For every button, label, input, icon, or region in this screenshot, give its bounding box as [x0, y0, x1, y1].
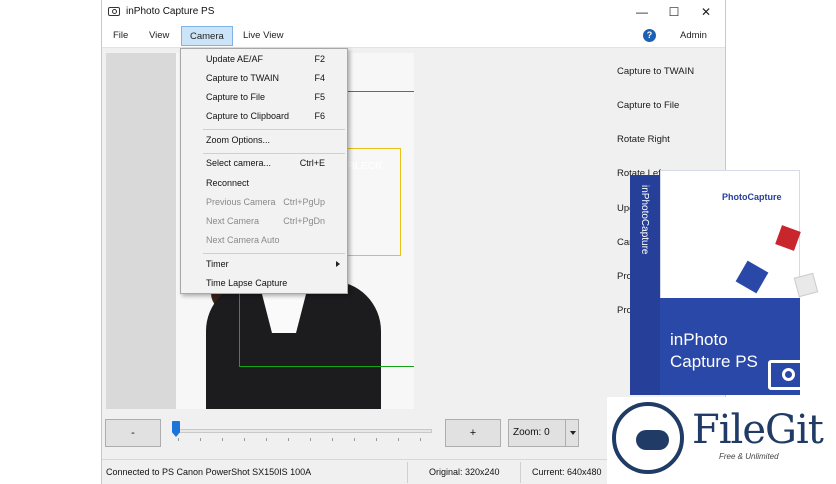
maximize-button[interactable]: ☐ [659, 2, 689, 22]
slider-tick [398, 438, 399, 441]
zoom-slider-track[interactable] [176, 429, 432, 433]
chevron-down-icon [570, 431, 576, 435]
zoom-select[interactable]: Zoom: 0 [508, 419, 579, 447]
slider-tick [420, 438, 421, 441]
menu-item-capture-to-clipboard[interactable]: Capture to Clipboard F6 [181, 107, 347, 126]
filegit-tagline: Free & Unlimited [719, 452, 779, 461]
slider-tick [376, 438, 377, 441]
menu-item-next-camera-auto: Next Camera Auto [206, 235, 280, 245]
slider-tick [222, 438, 223, 441]
status-original-resolution: Original: 320x240 [429, 467, 500, 477]
filegit-logo-icon [612, 402, 684, 474]
slider-tick [354, 438, 355, 441]
status-divider [407, 462, 408, 483]
menu-item-capture-to-twain[interactable]: Capture to TWAIN F4 [181, 69, 347, 88]
status-current-resolution: Current: 640x480 [532, 467, 602, 477]
zoom-in-button[interactable]: + [445, 419, 501, 447]
filegit-badge: FileGit Free & Unlimited [607, 397, 836, 484]
zoom-slider-thumb[interactable] [172, 421, 180, 437]
submenu-arrow-icon [336, 261, 340, 267]
slider-tick [288, 438, 289, 441]
zoom-dropdown-toggle[interactable] [565, 420, 579, 446]
slider-tick [310, 438, 311, 441]
cloud-icon [636, 430, 669, 450]
menu-item-zoom-options[interactable]: Zoom Options... [181, 131, 347, 150]
menu-item-reconnect[interactable]: Reconnect [181, 174, 347, 193]
capture-to-twain-button[interactable]: Capture to TWAIN [617, 66, 694, 77]
box-product-name-line1: inPhoto [670, 330, 728, 349]
menu-view[interactable]: View [141, 26, 177, 46]
product-box-image: inPhotoCapture PhotoCapture inPhoto Capt… [630, 170, 820, 395]
help-icon[interactable]: ? [643, 29, 656, 42]
menu-file[interactable]: File [105, 26, 136, 46]
slider-tick [178, 438, 179, 441]
menu-separator [203, 129, 345, 130]
slider-tick [266, 438, 267, 441]
menu-item-next-camera: Next Camera Ctrl+PgDn [206, 216, 325, 226]
slider-tick [244, 438, 245, 441]
watermark: FILECR [346, 161, 383, 172]
zoom-out-button[interactable]: - [105, 419, 161, 447]
minimize-button[interactable]: — [627, 2, 657, 22]
box-product-name-line2: Capture PS [670, 352, 758, 371]
title-bar: inPhoto Capture PS — ☐ ✕ [102, 0, 725, 24]
slider-tick [200, 438, 201, 441]
status-divider [520, 462, 521, 483]
status-connection: Connected to PS Canon PowerShot SX150IS … [106, 467, 312, 477]
close-button[interactable]: ✕ [691, 2, 721, 22]
rotate-right-button[interactable]: Rotate Right [617, 134, 670, 145]
capture-to-file-button[interactable]: Capture to File [617, 100, 679, 111]
slider-tick [332, 438, 333, 441]
camera-icon [768, 360, 808, 390]
lens-icon [782, 368, 795, 381]
box-side-text: inPhotoCapture [639, 185, 650, 255]
filegit-name: FileGit [692, 407, 824, 453]
menu-item-timer[interactable]: Timer [181, 255, 347, 274]
admin-menu[interactable]: Admin [672, 26, 715, 46]
menu-item-select-camera[interactable]: Select camera... Ctrl+E [181, 154, 347, 173]
menu-camera[interactable]: Camera [181, 26, 233, 46]
menu-item-previous-camera: Previous Camera Ctrl+PgUp [206, 197, 325, 207]
camera-app-icon [108, 7, 120, 16]
menu-live-view[interactable]: Live View [235, 26, 292, 46]
menu-separator [203, 253, 345, 254]
camera-menu-dropdown: Update AE/AF F2 Capture to TWAIN F4 Captur… [180, 48, 348, 294]
menu-item-update-ae-af[interactable]: Update AE/AF F2 [181, 50, 347, 69]
box-side: inPhotoCapture [630, 175, 662, 395]
menu-bar: File View Camera Live View ? Admin [102, 24, 725, 48]
box-logo: PhotoCapture [722, 192, 782, 202]
white-cube-decoration [793, 272, 819, 298]
menu-item-time-lapse-capture[interactable]: Time Lapse Capture [181, 274, 347, 293]
zoom-value: Zoom: 0 [513, 427, 550, 438]
menu-item-capture-to-file[interactable]: Capture to File F5 [181, 88, 347, 107]
window-title: inPhoto Capture PS [126, 6, 215, 17]
